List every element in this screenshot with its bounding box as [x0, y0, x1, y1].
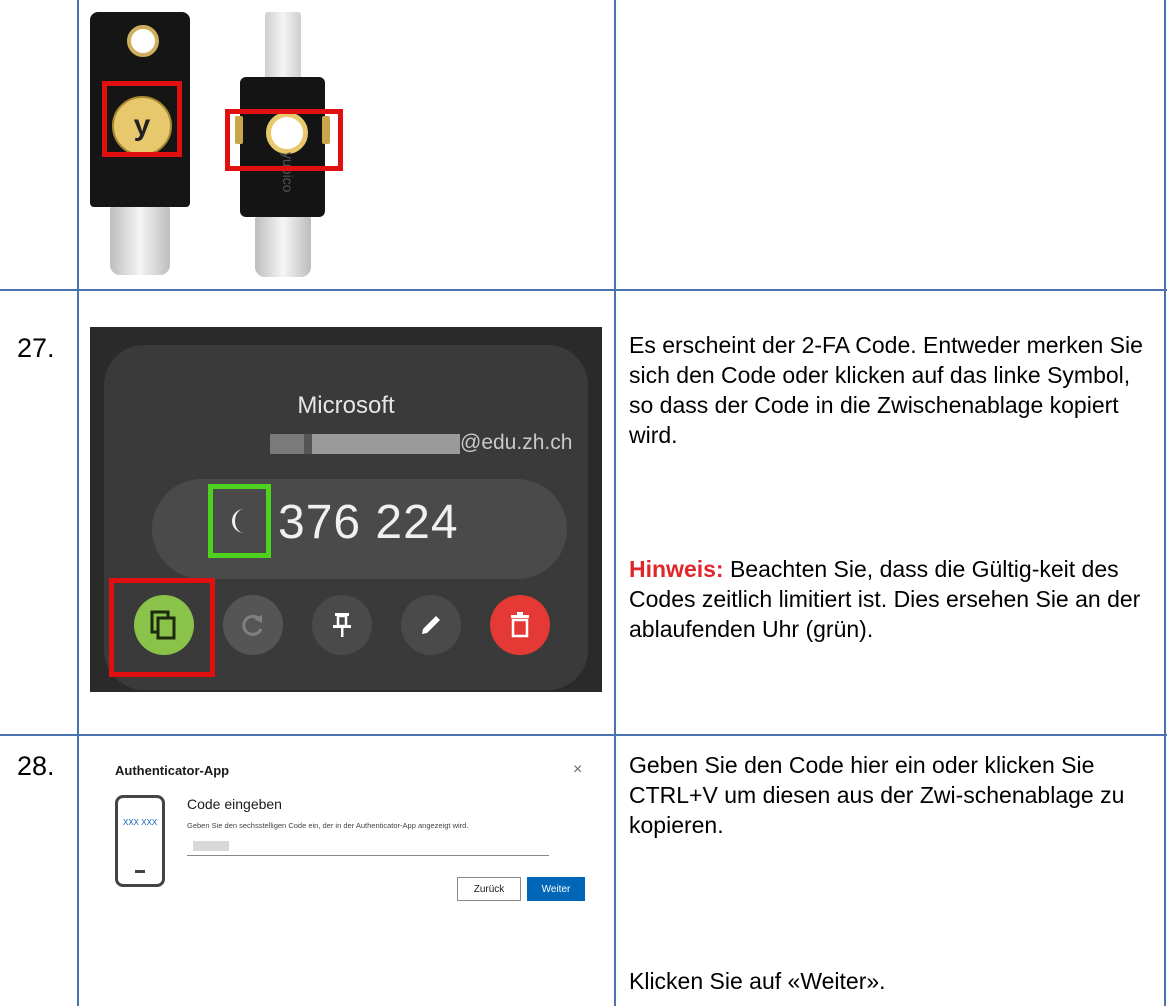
- issuer-name: Microsoft: [297, 392, 395, 419]
- refresh-button[interactable]: [223, 595, 283, 655]
- step-text-2: Klicken Sie auf «Weiter».: [629, 968, 886, 994]
- otp-code: 376 224: [278, 496, 459, 549]
- phone-button-shape: [135, 870, 145, 873]
- pin-icon: [333, 613, 351, 637]
- usbc-connector: [110, 207, 170, 275]
- delete-button[interactable]: [490, 595, 550, 655]
- redacted-account: [270, 434, 460, 454]
- account-domain: @edu.zh.ch: [460, 431, 573, 454]
- table-divider: [0, 289, 1167, 291]
- usbc-connector: [255, 217, 311, 277]
- authenticator-screenshot: Microsoft @edu.zh.ch 376 224: [90, 327, 602, 692]
- table-divider: [77, 0, 79, 1006]
- touch-highlight: [102, 81, 182, 157]
- yubikey-photo: y yubico: [90, 12, 345, 277]
- step-text: Geben Sie den Code hier ein oder klicken…: [629, 752, 1125, 838]
- copy-highlight: [109, 578, 215, 677]
- next-button[interactable]: Weiter: [527, 877, 585, 901]
- step-text: Es erscheint der 2-FA Code. Entweder mer…: [629, 332, 1143, 448]
- phone-icon: XXX XXX: [115, 795, 165, 887]
- authenticator-dialog: Authenticator-App × XXX XXX Code eingebe…: [95, 753, 595, 953]
- dialog-heading: Code eingeben: [187, 796, 282, 812]
- redacted-input: [193, 841, 229, 851]
- keyring-hole: [127, 25, 159, 57]
- edit-button[interactable]: [401, 595, 461, 655]
- table-divider: [0, 734, 1167, 736]
- pin-button[interactable]: [312, 595, 372, 655]
- back-button[interactable]: Zurück: [457, 877, 521, 901]
- code-input[interactable]: [187, 835, 549, 856]
- step-number: 27.: [17, 333, 55, 363]
- close-icon[interactable]: ×: [573, 761, 582, 779]
- touch-highlight: [225, 109, 343, 171]
- step-description: Es erscheint der 2-FA Code. Entweder mer…: [629, 330, 1154, 644]
- step-description: Geben Sie den Code hier ein oder klicken…: [629, 750, 1154, 996]
- delete-icon: [511, 612, 529, 638]
- step-number: 28.: [17, 751, 55, 781]
- table-divider: [614, 0, 616, 1006]
- edit-icon: [422, 616, 440, 634]
- dialog-title: Authenticator-App: [115, 763, 230, 778]
- timer-highlight: [208, 484, 271, 558]
- refresh-icon: [242, 614, 263, 636]
- table-divider: [1164, 0, 1166, 1006]
- phone-code: XXX XXX: [123, 818, 158, 827]
- hint: Hinweis: Beachten Sie, dass die Gültig-k…: [629, 554, 1154, 644]
- hint-label: Hinweis:: [629, 556, 724, 582]
- dialog-subtext: Geben Sie den sechsstelligen Code ein, d…: [187, 821, 469, 830]
- lightning-connector: [265, 12, 301, 82]
